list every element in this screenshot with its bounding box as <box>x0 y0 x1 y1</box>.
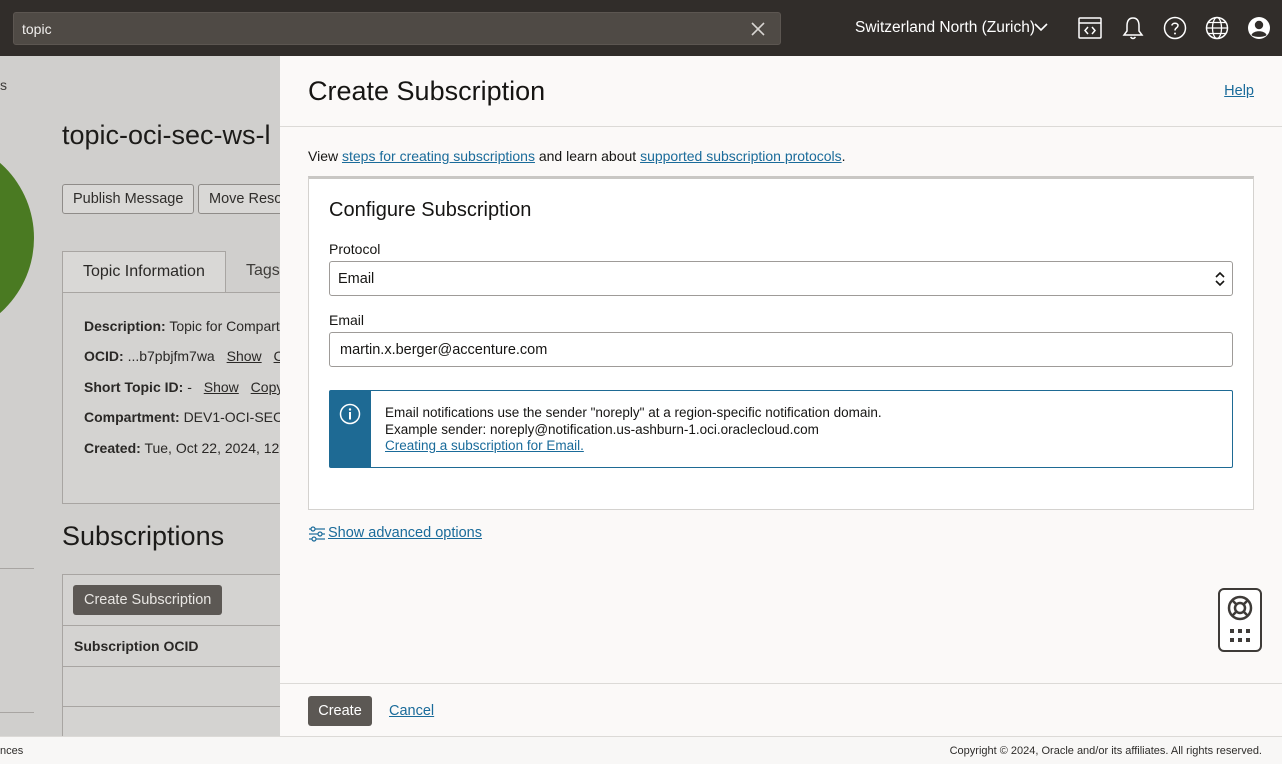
lifebuoy-icon[interactable] <box>1227 595 1253 621</box>
table-divider <box>62 666 280 667</box>
topic-status-badge <box>0 138 34 338</box>
panel-header: Create Subscription Help <box>280 56 1282 127</box>
created-value: Tue, Oct 22, 2024, 12 <box>144 440 280 456</box>
page-title: topic-oci-sec-ws-l <box>62 120 271 150</box>
card-title: Configure Subscription <box>329 199 532 221</box>
steps-link[interactable]: steps for creating subscriptions <box>342 148 535 164</box>
subscriptions-heading: Subscriptions <box>62 521 225 551</box>
advanced-options-link[interactable]: Show advanced options <box>328 525 482 541</box>
search-box[interactable] <box>13 12 781 45</box>
bell-icon[interactable] <box>1120 15 1146 41</box>
tab-tags[interactable]: Tags <box>246 251 280 291</box>
compartment-value: DEV1-OCI-SEC <box>183 409 280 425</box>
sidebar-fragment: s <box>0 77 7 93</box>
info-message-text: Email notifications use the sender "nore… <box>385 405 882 455</box>
info-accent-bar <box>330 391 371 467</box>
top-navigation-bar: Switzerland North (Zurich) <box>0 0 1282 56</box>
region-selector[interactable]: Switzerland North (Zurich) <box>855 19 1035 37</box>
help-widget[interactable] <box>1218 588 1262 652</box>
created-row: Created: Tue, Oct 22, 2024, 12 <box>84 440 279 456</box>
short-topic-label: Short Topic ID: <box>84 379 184 395</box>
create-subscription-button[interactable]: Create Subscription <box>73 585 223 615</box>
panel-title: Create Subscription <box>308 76 546 106</box>
intro-text: View steps for creating subscriptions an… <box>308 148 846 164</box>
configure-subscription-card: Configure Subscription Protocol Email Em… <box>308 176 1254 510</box>
short-topic-copy-link[interactable]: Copy <box>251 379 280 395</box>
info-line-1: Email notifications use the sender "nore… <box>385 405 882 420</box>
publish-message-button[interactable]: Publish Message <box>62 184 195 214</box>
intro-suffix: . <box>841 148 846 164</box>
background-topic-page: s topic-oci-sec-ws-l Publish Message Mov… <box>0 56 280 736</box>
short-topic-show-link[interactable]: Show <box>204 379 239 395</box>
protocol-label: Protocol <box>329 241 381 257</box>
table-divider <box>62 706 280 707</box>
intro-middle: and learn about <box>534 148 641 164</box>
sidebar-divider <box>0 568 34 569</box>
sliders-icon <box>309 526 325 542</box>
compartment-row: Compartment: DEV1-OCI-SEC <box>84 409 280 425</box>
protocols-link[interactable]: supported subscription protocols <box>640 148 842 164</box>
tab-topic-information[interactable]: Topic Information <box>62 251 226 293</box>
grid-dots-icon[interactable] <box>1229 628 1251 644</box>
email-field[interactable] <box>329 332 1233 367</box>
chevron-down-icon[interactable] <box>1034 22 1048 32</box>
panel-footer: Create Cancel <box>280 683 1282 736</box>
short-topic-row: Short Topic ID: - Show Copy <box>84 379 280 395</box>
cancel-button[interactable]: Cancel <box>389 703 434 719</box>
chevron-up-down-icon <box>1215 271 1225 287</box>
protocol-selected-value: Email <box>338 271 375 287</box>
ocid-label: OCID: <box>84 348 124 364</box>
ocid-value: ...b7pbjfm7wa <box>127 348 215 364</box>
description-value: Topic for Compart <box>169 318 280 334</box>
email-label: Email <box>329 312 365 328</box>
globe-icon[interactable] <box>1204 15 1230 41</box>
search-input[interactable] <box>22 13 742 44</box>
ocid-show-link[interactable]: Show <box>227 348 262 364</box>
compartment-label: Compartment: <box>84 409 180 425</box>
page-footer: nces Copyright © 2024, Oracle and/or its… <box>0 736 1282 764</box>
copyright-text: Copyright © 2024, Oracle and/or its affi… <box>949 745 1262 757</box>
short-topic-value: - <box>187 379 192 395</box>
email-subscription-help-link[interactable]: Creating a subscription for Email. <box>385 438 882 455</box>
help-link[interactable]: Help <box>1224 83 1254 99</box>
info-line-2: Example sender: noreply@notification.us-… <box>385 421 819 437</box>
ocid-row: OCID: ...b7pbjfm7wa Show C <box>84 348 280 364</box>
code-editor-icon[interactable] <box>1077 15 1103 41</box>
sidebar-divider <box>0 712 34 713</box>
move-resource-button[interactable]: Move Reso <box>198 184 280 214</box>
help-icon[interactable] <box>1162 15 1188 41</box>
table-divider <box>62 625 280 626</box>
info-icon <box>339 403 361 425</box>
profile-icon[interactable] <box>1246 15 1272 41</box>
intro-prefix: View <box>308 148 342 164</box>
email-info-message: Email notifications use the sender "nore… <box>329 390 1233 468</box>
create-button[interactable]: Create <box>308 696 372 726</box>
protocol-select[interactable]: Email <box>329 261 1233 296</box>
created-label: Created: <box>84 440 141 456</box>
description-row: Description: Topic for Compart <box>84 318 280 334</box>
close-icon[interactable] <box>750 21 766 37</box>
description-label: Description: <box>84 318 166 334</box>
create-subscription-panel: Create Subscription Help View steps for … <box>280 56 1282 736</box>
column-header-subscription-ocid: Subscription OCID <box>74 638 199 654</box>
footer-link-fragment[interactable]: nces <box>0 745 23 757</box>
